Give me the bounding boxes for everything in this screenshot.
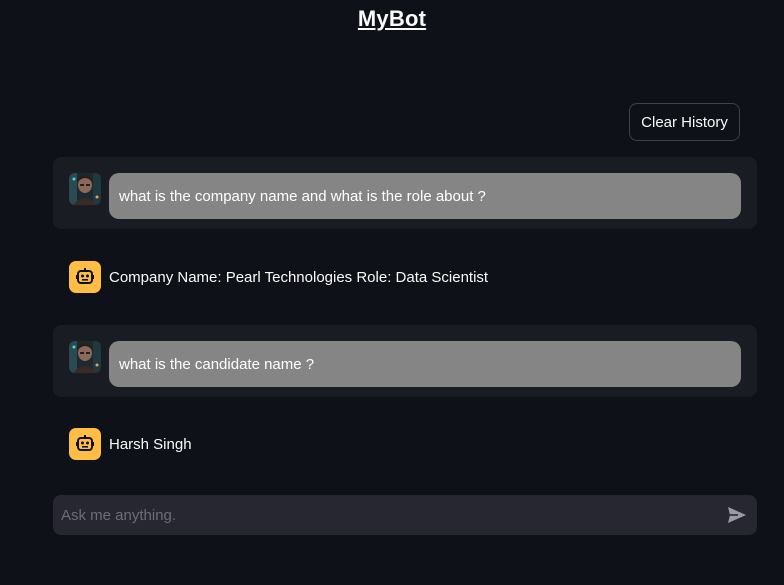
send-icon bbox=[728, 507, 746, 523]
assistant-message-text: Harsh Singh bbox=[109, 435, 192, 453]
robot-icon bbox=[76, 268, 94, 284]
user-avatar bbox=[69, 173, 101, 205]
user-message-text: what is the company name and what is the… bbox=[109, 173, 741, 219]
send-button[interactable] bbox=[725, 503, 749, 527]
page-title: MyBot bbox=[357, 6, 427, 31]
user-photo-icon bbox=[69, 341, 101, 373]
chat-message-assistant: Company Name: Pearl Technologies Role: D… bbox=[53, 253, 757, 301]
chat-message-user: what is the company name and what is the… bbox=[53, 157, 757, 229]
chat-app: MyBot Clear History what is the company … bbox=[0, 0, 784, 585]
clear-history-button[interactable]: Clear History bbox=[629, 103, 740, 141]
user-message-text: what is the candidate name ? bbox=[109, 341, 741, 387]
bot-avatar bbox=[69, 261, 101, 293]
chat-message-assistant: Harsh Singh bbox=[53, 420, 757, 468]
user-photo-icon bbox=[69, 173, 101, 205]
bot-avatar bbox=[69, 428, 101, 460]
user-avatar bbox=[69, 341, 101, 373]
chat-message-user: what is the candidate name ? bbox=[53, 325, 757, 397]
robot-icon bbox=[76, 435, 94, 451]
assistant-message-text: Company Name: Pearl Technologies Role: D… bbox=[109, 268, 489, 286]
chat-input[interactable] bbox=[53, 495, 713, 535]
chat-input-container bbox=[53, 495, 757, 535]
